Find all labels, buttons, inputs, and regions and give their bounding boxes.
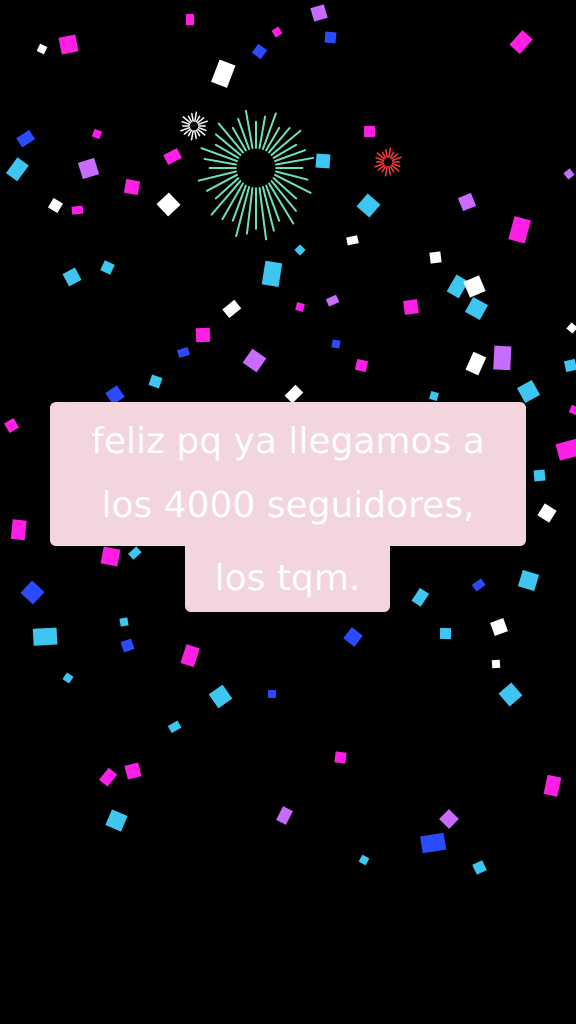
confetti-piece bbox=[508, 216, 531, 244]
confetti-piece bbox=[429, 251, 442, 264]
confetti-piece bbox=[363, 125, 376, 138]
confetti-piece bbox=[516, 379, 541, 404]
confetti-piece bbox=[105, 809, 128, 832]
confetti-piece bbox=[32, 627, 58, 646]
confetti-piece bbox=[208, 684, 233, 709]
confetti-piece bbox=[457, 192, 477, 212]
confetti-piece bbox=[331, 339, 341, 349]
confetti-piece bbox=[156, 192, 181, 217]
confetti-piece bbox=[123, 178, 141, 196]
confetti-piece bbox=[537, 503, 557, 523]
confetti-piece bbox=[491, 659, 501, 669]
confetti-piece bbox=[167, 720, 182, 734]
confetti-piece bbox=[411, 587, 430, 607]
confetti-piece bbox=[509, 30, 533, 55]
confetti-piece bbox=[62, 672, 74, 684]
confetti-piece bbox=[195, 327, 211, 343]
confetti-piece bbox=[91, 128, 103, 140]
confetti-piece bbox=[222, 299, 242, 319]
confetti-piece bbox=[120, 638, 135, 653]
confetti-piece bbox=[343, 627, 363, 647]
confetti-piece bbox=[563, 168, 575, 180]
confetti-piece bbox=[62, 267, 82, 287]
firework-burst bbox=[180, 111, 208, 141]
confetti-piece bbox=[284, 384, 304, 404]
confetti-piece bbox=[242, 348, 267, 373]
confetti-piece bbox=[267, 689, 277, 699]
confetti-piece bbox=[100, 260, 115, 275]
confetti-piece bbox=[439, 627, 452, 640]
confetti-piece bbox=[543, 774, 562, 797]
caption-box: feliz pq ya llegamos a los 4000 seguidor… bbox=[50, 402, 526, 546]
confetti-piece bbox=[119, 617, 129, 627]
caption-line-1: feliz pq ya llegamos a bbox=[91, 421, 485, 462]
confetti-piece bbox=[566, 322, 576, 334]
firework-burst bbox=[197, 109, 315, 241]
confetti-piece bbox=[127, 546, 142, 560]
confetti-piece bbox=[58, 34, 79, 55]
confetti-piece bbox=[251, 43, 268, 60]
confetti-piece bbox=[334, 751, 347, 764]
confetti-piece bbox=[148, 374, 163, 389]
confetti-piece bbox=[463, 275, 486, 298]
confetti-piece bbox=[5, 157, 29, 182]
confetti-piece bbox=[517, 569, 540, 592]
confetti-piece bbox=[47, 197, 64, 214]
confetti-piece bbox=[271, 26, 283, 38]
confetti-piece bbox=[354, 358, 369, 373]
confetti-piece bbox=[490, 618, 508, 636]
confetti-piece bbox=[294, 244, 306, 256]
confetti-piece bbox=[346, 235, 359, 246]
confetti-piece bbox=[493, 345, 512, 371]
confetti-piece bbox=[568, 404, 576, 416]
firework-burst bbox=[374, 147, 402, 177]
caption-box-tail: los tqm. bbox=[185, 546, 390, 612]
confetti-piece bbox=[295, 302, 305, 312]
confetti-piece bbox=[211, 59, 236, 88]
confetti-piece bbox=[420, 832, 447, 854]
confetti-piece bbox=[261, 260, 283, 287]
caption-line-2: los 4000 seguidores, bbox=[101, 485, 475, 526]
confetti-piece bbox=[186, 14, 194, 26]
confetti-piece bbox=[533, 469, 546, 482]
confetti-piece bbox=[124, 762, 142, 780]
confetti-piece bbox=[36, 43, 48, 55]
confetti-piece bbox=[325, 294, 340, 307]
confetti-piece bbox=[324, 31, 337, 44]
confetti-piece bbox=[3, 417, 20, 434]
confetti-piece bbox=[403, 299, 419, 315]
confetti-piece bbox=[471, 578, 486, 592]
confetti-piece bbox=[472, 860, 487, 875]
caption-line-3: los tqm. bbox=[214, 558, 361, 599]
confetti-piece bbox=[465, 351, 487, 376]
confetti-piece bbox=[71, 205, 84, 215]
confetti-piece bbox=[555, 438, 576, 461]
confetti-piece bbox=[356, 193, 381, 218]
confetti-piece bbox=[16, 129, 36, 148]
confetti-piece bbox=[180, 644, 200, 668]
confetti-piece bbox=[498, 682, 523, 707]
confetti-piece bbox=[100, 546, 121, 567]
confetti-piece bbox=[163, 148, 182, 165]
confetti-piece bbox=[310, 4, 328, 22]
confetti-piece bbox=[20, 580, 45, 605]
confetti-piece bbox=[464, 296, 489, 321]
confetti-piece bbox=[429, 391, 439, 401]
confetti-piece bbox=[176, 346, 191, 359]
confetti-piece bbox=[315, 153, 331, 169]
confetti-piece bbox=[77, 157, 100, 180]
confetti-piece bbox=[276, 806, 293, 825]
confetti-piece bbox=[439, 809, 459, 829]
confetti-piece bbox=[358, 854, 370, 866]
confetti-piece bbox=[10, 519, 27, 541]
confetti-piece bbox=[98, 767, 118, 787]
confetti-piece bbox=[563, 358, 576, 373]
